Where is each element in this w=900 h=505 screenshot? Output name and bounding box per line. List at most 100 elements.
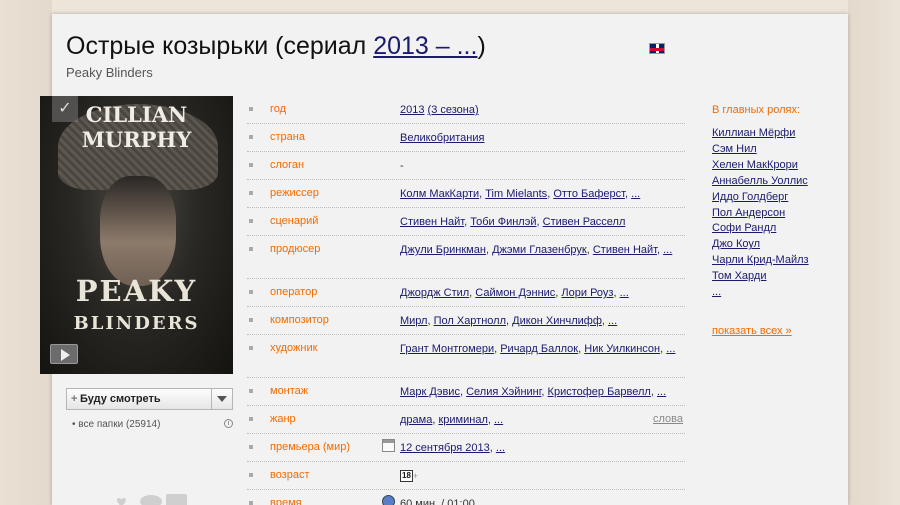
show-all-arrow: » <box>785 324 792 337</box>
row-bullet <box>249 219 253 223</box>
title-years-link[interactable]: 2013 – ... <box>373 32 477 60</box>
actor-link[interactable]: Том Харди <box>712 269 842 285</box>
info-value-link[interactable]: Лори Роуз <box>561 287 613 299</box>
info-value-link[interactable]: ... <box>657 386 666 398</box>
heart-icon[interactable]: ♥ <box>116 493 134 505</box>
dropdown-arrow-icon[interactable] <box>211 389 232 409</box>
info-value-link[interactable]: Стивен Расселл <box>543 216 626 228</box>
info-value-link[interactable]: Кристофер Барвелл <box>548 386 651 398</box>
page-title: Острые козырьки (сериал 2013 – ...) <box>66 32 486 61</box>
info-value: 12 сентября 2013, ... <box>400 434 685 456</box>
row-bullet <box>249 247 253 251</box>
info-row: сценарий Стивен Найт, Тоби Финлэй, Стивен… <box>247 208 685 236</box>
info-label: продюсер <box>270 243 321 255</box>
info-row: страна Великобритания <box>247 124 685 152</box>
row-bullet <box>249 473 253 477</box>
info-value-link[interactable]: Ник Уилкинсон <box>584 343 660 355</box>
info-label: год <box>270 103 287 115</box>
watch-later-dropdown[interactable]: + Буду смотреть <box>66 388 233 410</box>
main-roles-heading: В главных ролях: <box>712 104 801 116</box>
info-value-link[interactable]: Селия Хэйнинг <box>466 386 541 398</box>
info-value-link[interactable]: Стивен Найт <box>400 216 464 228</box>
info-value-link[interactable]: 12 сентября 2013 <box>400 442 490 454</box>
info-icon[interactable]: i <box>224 419 233 428</box>
info-value-link[interactable]: Тоби Финлэй <box>470 216 536 228</box>
info-row: оператор Джордж Стил, Саймон Дэннис, Лори… <box>247 279 685 307</box>
info-value-link[interactable]: ... <box>663 244 672 256</box>
row-bullet <box>249 318 253 322</box>
info-label: художник <box>270 342 318 354</box>
info-value-link[interactable]: Мирл <box>400 315 427 327</box>
keywords-link[interactable]: слова <box>653 413 683 425</box>
info-value-link[interactable]: Ричард Баллок <box>500 343 578 355</box>
uk-flag-icon[interactable] <box>649 43 665 54</box>
info-value-link[interactable]: Великобритания <box>400 132 484 144</box>
info-value-link[interactable]: Джули Бринкман <box>400 244 486 256</box>
age-rating-badge[interactable]: 18 <box>400 470 413 483</box>
info-label: сценарий <box>270 215 319 227</box>
plus-icon: + <box>71 393 78 405</box>
eye-icon[interactable] <box>140 495 162 505</box>
info-value: 18 + <box>400 462 685 484</box>
actor-link[interactable]: Хелен МакКрори <box>712 158 842 174</box>
info-value: Джордж Стил, Саймон Дэннис, Лори Роуз, .… <box>400 279 685 301</box>
play-icon[interactable] <box>50 344 78 364</box>
info-row: монтаж Марк Дэвис, Селия Хэйнинг, Кристоф… <box>247 378 685 406</box>
show-all-link[interactable]: показать всех » <box>712 325 842 337</box>
info-value: Великобритания <box>400 124 685 146</box>
info-value-link[interactable]: ... <box>631 188 640 200</box>
actor-link[interactable]: Чарли Крид-Майлз <box>712 253 842 269</box>
show-all-label: показать всех <box>712 324 783 337</box>
info-row: художник Грант Монтгомери, Ричард Баллок,… <box>247 335 685 378</box>
info-value-link[interactable]: Дикон Хинчлифф <box>512 315 602 327</box>
info-label: оператор <box>270 286 318 298</box>
info-value-link[interactable]: ... <box>496 442 505 454</box>
info-value-link[interactable]: ... <box>494 414 503 426</box>
info-row: продюсер Джули Бринкман, Джэми Глазенбрук… <box>247 236 685 279</box>
info-value-link[interactable]: (3 сезона) <box>428 104 479 116</box>
info-value-link[interactable]: Tim Mielants <box>485 188 547 200</box>
info-value-link[interactable]: Марк Дэвис <box>400 386 460 398</box>
folders-link[interactable]: • все папки (25914) <box>72 419 160 430</box>
row-bullet <box>249 290 253 294</box>
info-value-link[interactable]: Джордж Стил <box>400 287 469 299</box>
list-icon[interactable] <box>166 494 187 505</box>
info-label: возраст <box>270 469 310 481</box>
info-row: возраст 18 + <box>247 462 685 490</box>
info-value-link[interactable]: Колм МакКарти <box>400 188 479 200</box>
poster[interactable]: CILLIAN MURPHY PEAKY BLINDERS ✓ <box>40 96 233 374</box>
info-value-link[interactable]: драма <box>400 414 432 426</box>
actor-link[interactable]: Сэм Нил <box>712 142 842 158</box>
actor-link[interactable]: Аннабелль Уоллис <box>712 174 842 190</box>
watch-later-label: Буду смотреть <box>80 393 161 405</box>
info-value-link[interactable]: ... <box>620 287 629 299</box>
actor-link[interactable]: Джо Коул <box>712 237 842 253</box>
main-roles: В главных ролях: Киллиан Мёрфи Сэм Нил Хел… <box>712 104 842 337</box>
check-icon[interactable]: ✓ <box>52 96 78 122</box>
info-value-link[interactable]: Грант Монтгомери <box>400 343 494 355</box>
row-bullet <box>249 445 253 449</box>
actor-list: Киллиан Мёрфи Сэм Нил Хелен МакКрори Аннабе… <box>712 126 842 301</box>
info-row: время 60 мин. / 01:00 <box>247 490 685 505</box>
info-value-link: - <box>400 160 404 172</box>
info-value-link[interactable]: ... <box>608 315 617 327</box>
info-value-link[interactable]: Пол Хартнолл <box>434 315 506 327</box>
info-value-link[interactable]: Джэми Глазенбрук <box>492 244 587 256</box>
actor-link[interactable]: Пол Андерсон <box>712 206 842 222</box>
info-value-link[interactable]: 2013 <box>400 104 424 116</box>
actor-link[interactable]: Иддо Голдберг <box>712 190 842 206</box>
info-value-link[interactable]: криминал <box>438 414 487 426</box>
age-rating-plus: + <box>412 471 419 481</box>
row-bullet <box>249 346 253 350</box>
actor-link[interactable]: ... <box>712 285 842 301</box>
info-value-link[interactable]: Саймон Дэннис <box>475 287 555 299</box>
info-value-link[interactable]: Отто Баферст <box>553 188 625 200</box>
info-value: Колм МакКарти, Tim Mielants, Отто Баферс… <box>400 180 685 202</box>
info-label: страна <box>270 131 305 143</box>
title-text: Острые козырьки (сериал <box>66 32 374 60</box>
info-value-link[interactable]: ... <box>666 343 675 355</box>
info-value-link[interactable]: Стивен Найт <box>593 244 657 256</box>
actor-link[interactable]: Киллиан Мёрфи <box>712 126 842 142</box>
actor-link[interactable]: Софи Рандл <box>712 221 842 237</box>
info-table: год 2013 (3 сезона) страна Великобритания сл… <box>247 96 685 505</box>
